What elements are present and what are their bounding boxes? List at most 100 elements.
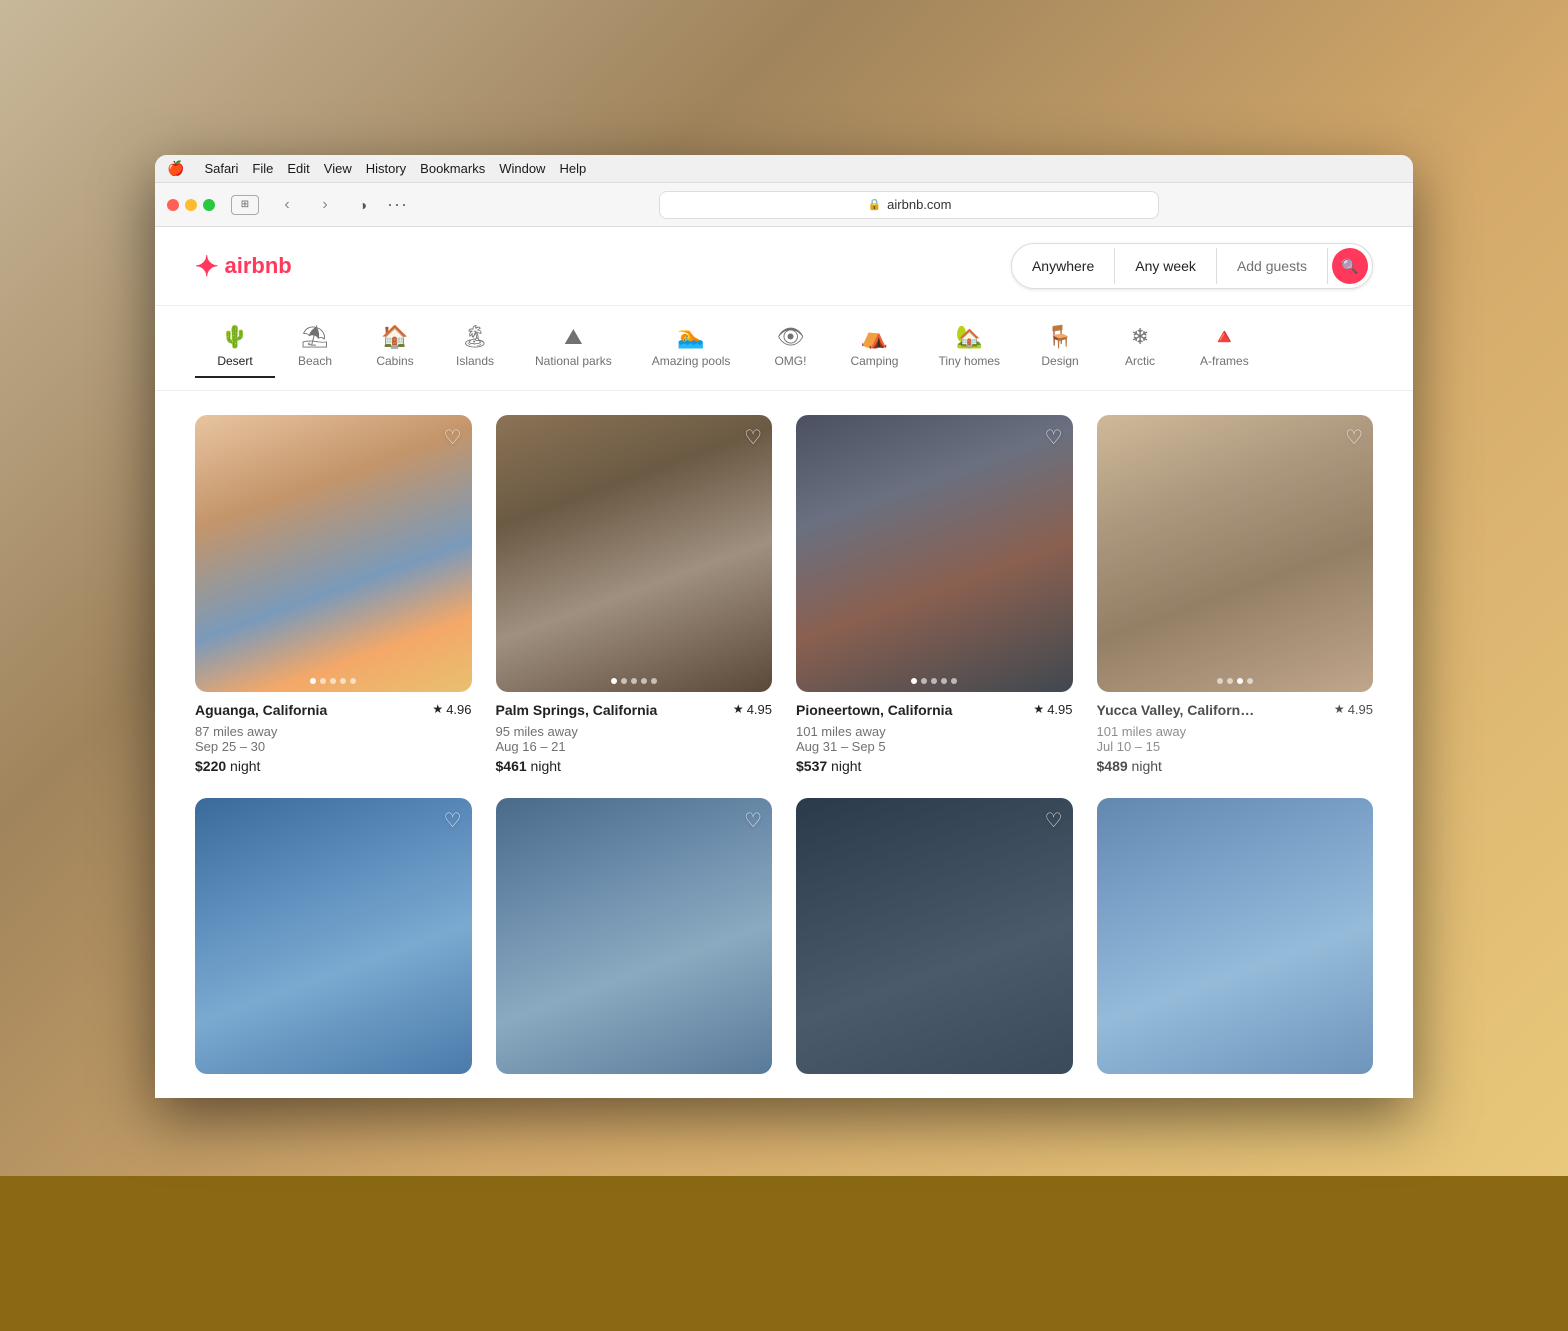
search-bar: Anywhere Any week Add guests 🔍: [1011, 243, 1373, 289]
dot-2: [320, 678, 326, 684]
listing-image-7: ♡: [796, 798, 1073, 1075]
listing-card-7[interactable]: ♡: [796, 798, 1073, 1075]
sidebar-toggle-button[interactable]: ⊞: [231, 195, 259, 215]
category-cabins[interactable]: 🏠 Cabins: [355, 318, 435, 378]
category-islands-label: Islands: [456, 354, 494, 368]
star-icon-1: ★: [432, 702, 443, 716]
listing-rating-2: ★ 4.95: [733, 702, 772, 717]
listings-row2: ♡ ♡ ♡: [155, 798, 1413, 1099]
mac-menubar: 🍎 Safari File Edit View History Bookmark…: [155, 155, 1413, 183]
anywhere-button[interactable]: Anywhere: [1012, 248, 1115, 284]
listing-image-2: ♡: [496, 415, 773, 692]
listing-distance-1: 87 miles away: [195, 724, 472, 739]
category-national-parks[interactable]: ⛰ National parks: [515, 318, 632, 378]
menu-window[interactable]: Window: [499, 161, 545, 176]
dot-4-1: [1217, 678, 1223, 684]
category-desert[interactable]: 🌵 Desert: [195, 318, 275, 378]
category-tiny-homes[interactable]: 🏡 Tiny homes: [918, 318, 1020, 378]
close-button[interactable]: [167, 199, 179, 211]
dot-2-2: [621, 678, 627, 684]
listing-info-3: Pioneertown, California ★ 4.95: [796, 692, 1073, 722]
wishlist-button-4[interactable]: ♡: [1345, 425, 1363, 450]
dot-3: [330, 678, 336, 684]
category-national-parks-label: National parks: [535, 354, 612, 368]
back-button[interactable]: ‹: [273, 191, 301, 219]
listing-card-5[interactable]: ♡: [195, 798, 472, 1075]
dot-4-3: [1237, 678, 1243, 684]
traffic-lights: [167, 199, 215, 211]
minimize-button[interactable]: [185, 199, 197, 211]
listing-card-8[interactable]: [1097, 798, 1374, 1075]
category-design[interactable]: 🪑 Design: [1020, 318, 1100, 378]
category-camping-label: Camping: [850, 354, 898, 368]
any-week-button[interactable]: Any week: [1115, 248, 1217, 284]
camping-icon: ⛺: [861, 326, 888, 348]
tab-dots[interactable]: ···: [387, 194, 408, 215]
listing-card-3[interactable]: ♡ Pioneertown, California ★ 4.95: [796, 415, 1073, 774]
category-amazing-pools[interactable]: 🏊 Amazing pools: [632, 318, 751, 378]
listing-card-1[interactable]: ♡ Aguanga, California ★ 4.96: [195, 415, 472, 774]
amazing-pools-icon: 🏊: [677, 326, 704, 348]
airbnb-page: ✦ airbnb Anywhere Any week Add guests 🔍 …: [155, 227, 1413, 1098]
category-camping[interactable]: ⛺ Camping: [830, 318, 918, 378]
airbnb-logo-text: airbnb: [224, 253, 291, 279]
mac-browser-window: 🍎 Safari File Edit View History Bookmark…: [155, 155, 1413, 1098]
category-omg-label: OMG!: [774, 354, 806, 368]
category-islands[interactable]: 🏝 Islands: [435, 318, 515, 378]
url-bar[interactable]: 🔒 airbnb.com: [659, 191, 1159, 219]
lock-icon: 🔒: [867, 198, 881, 211]
omg-icon: 👁: [776, 326, 804, 348]
add-guests-button[interactable]: Add guests: [1217, 248, 1328, 284]
category-omg[interactable]: 👁 OMG!: [750, 318, 830, 378]
image-dots-4: [1217, 678, 1253, 684]
wishlist-button-6[interactable]: ♡: [744, 808, 762, 833]
airbnb-logo[interactable]: ✦ airbnb: [195, 250, 292, 283]
wishlist-button-7[interactable]: ♡: [1045, 808, 1063, 833]
category-beach[interactable]: ⛱ Beach: [275, 318, 355, 378]
listing-card-2[interactable]: ♡ Palm Springs, California ★ 4.95: [496, 415, 773, 774]
forward-button[interactable]: ›: [311, 191, 339, 219]
price-value-1: $220: [195, 758, 226, 774]
listing-location-4: Yucca Valley, Californ…: [1097, 702, 1255, 718]
listing-distance-4: 101 miles away: [1097, 724, 1374, 739]
listing-card-6[interactable]: ♡: [496, 798, 773, 1075]
search-submit-button[interactable]: 🔍: [1332, 248, 1368, 284]
menu-edit[interactable]: Edit: [287, 161, 309, 176]
listings-grid: ♡ Aguanga, California ★ 4.96: [155, 391, 1413, 798]
desert-icon: 🌵: [221, 326, 248, 348]
wishlist-button-2[interactable]: ♡: [744, 425, 762, 450]
menu-view[interactable]: View: [324, 161, 352, 176]
wishlist-button-3[interactable]: ♡: [1045, 425, 1063, 450]
listing-price-1: $220 night: [195, 758, 472, 774]
listing-location-2: Palm Springs, California: [496, 702, 658, 718]
menu-history[interactable]: History: [366, 161, 406, 176]
rating-value-4: 4.95: [1348, 702, 1373, 717]
menu-bookmarks[interactable]: Bookmarks: [420, 161, 485, 176]
listing-image-4: ♡: [1097, 415, 1374, 692]
category-arctic[interactable]: ❄ Arctic: [1100, 318, 1180, 378]
rating-value-2: 4.95: [747, 702, 772, 717]
tiny-homes-icon: 🏡: [956, 326, 983, 348]
price-value-3: $537: [796, 758, 827, 774]
listing-image-8: [1097, 798, 1374, 1075]
star-icon-2: ★: [733, 702, 744, 716]
menu-safari[interactable]: Safari: [204, 161, 238, 176]
wishlist-button-5[interactable]: ♡: [444, 808, 462, 833]
dot-3-3: [931, 678, 937, 684]
dot-3-1: [911, 678, 917, 684]
maximize-button[interactable]: [203, 199, 215, 211]
dot-5: [350, 678, 356, 684]
category-beach-label: Beach: [298, 354, 332, 368]
dot-2-3: [631, 678, 637, 684]
listing-card-4[interactable]: ♡ Yucca Valley, Californ… ★ 4.95 10: [1097, 415, 1374, 774]
wishlist-button-1[interactable]: ♡: [444, 425, 462, 450]
star-icon-3: ★: [1033, 702, 1044, 716]
category-cabins-label: Cabins: [376, 354, 413, 368]
reader-mode-button[interactable]: ◑: [349, 191, 377, 219]
menu-help[interactable]: Help: [559, 161, 586, 176]
category-nav: 🌵 Desert ⛱ Beach 🏠 Cabins 🏝 Islands ⛰ Na…: [155, 306, 1413, 391]
category-aframes[interactable]: 🔺 A-frames: [1180, 318, 1269, 378]
menu-file[interactable]: File: [252, 161, 273, 176]
aframes-icon: 🔺: [1211, 326, 1238, 348]
listing-image-5: ♡: [195, 798, 472, 1075]
